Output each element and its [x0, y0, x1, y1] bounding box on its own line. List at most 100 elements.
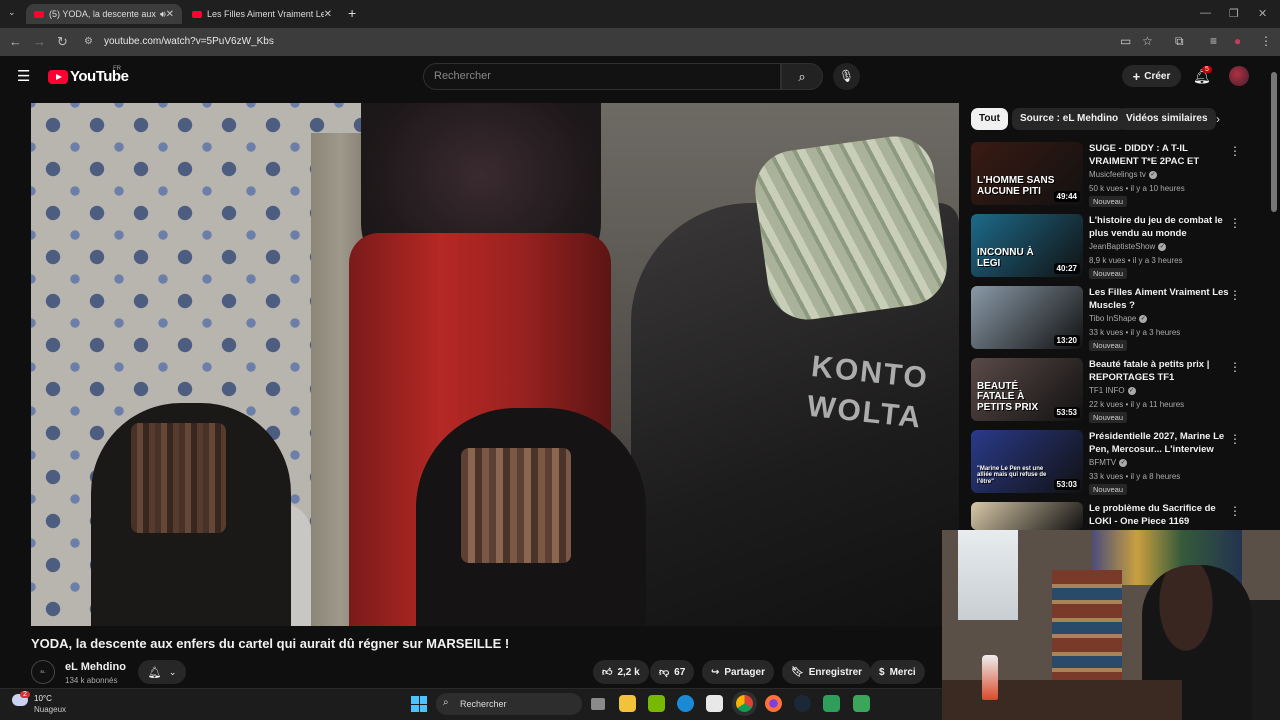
bookmark-star-icon[interactable]: ☆	[1142, 34, 1153, 48]
new-badge: Nouveau	[1089, 484, 1128, 495]
recommendation-channel[interactable]: Musicfeelings tv ✓	[1089, 170, 1157, 179]
recommendation-title[interactable]: Les Filles Aiment Vraiment Les Muscles ?	[1089, 286, 1229, 312]
create-button[interactable]: + Créer	[1122, 65, 1181, 87]
like-button[interactable]: 👍︎ 2,2 k	[593, 660, 649, 684]
thanks-label: Merci	[889, 666, 916, 678]
save-button[interactable]: 🔖︎ Enregistrer	[782, 660, 872, 684]
steam-icon[interactable]	[794, 695, 811, 712]
search-input[interactable]: Rechercher	[423, 63, 781, 90]
task-view-icon[interactable]	[591, 698, 605, 710]
youtube-logo-icon[interactable]	[48, 70, 68, 84]
cast-icon[interactable]: ▭	[1120, 34, 1131, 48]
recommendation-title[interactable]: Le problème du Sacrifice de LOKI - One P…	[1089, 502, 1229, 528]
browser-tab-bar: ⌄ (5) YODA, la descente aux e... 🔊︎ ✕ Le…	[0, 0, 1280, 28]
voice-search-button[interactable]: 🎙︎	[833, 63, 860, 90]
more-options-icon[interactable]: ⋮	[1229, 216, 1241, 230]
verified-check-icon: ✓	[1158, 242, 1167, 251]
recommendation-channel[interactable]: BFMTV ✓	[1089, 458, 1128, 467]
reload-icon[interactable]: ↻	[57, 34, 68, 50]
channel-name: Tibo InShape	[1089, 314, 1137, 323]
recommendation-item[interactable]: BEAUTÉ FATALE À PETITS PRIX 53:53 Beauté f…	[971, 358, 1251, 424]
scrollbar-thumb[interactable]	[1271, 72, 1277, 212]
new-tab-button[interactable]: +	[348, 5, 356, 21]
recommendation-thumbnail[interactable]: "Marine Le Pen est une alliée mais qui r…	[971, 430, 1083, 493]
recommendation-title[interactable]: SUGE - DIDDY : A T-IL VRAIMENT T*E 2PAC …	[1089, 142, 1229, 168]
recommendation-title[interactable]: L'histoire du jeu de combat le plus vend…	[1089, 214, 1229, 240]
webcam-desk	[942, 680, 1182, 720]
hamburger-menu-icon[interactable]: ☰	[17, 67, 30, 85]
share-button[interactable]: ↪ Partager	[702, 660, 774, 684]
chrome-icon[interactable]	[736, 695, 753, 712]
recommendation-item[interactable]: L'HOMME SANS AUCUNE PITI 49:44 SUGE - DIDD…	[971, 142, 1251, 208]
recommendation-item[interactable]: "Marine Le Pen est une alliée mais qui r…	[971, 430, 1251, 496]
site-info-icon[interactable]: ⚙	[84, 36, 93, 47]
close-tab-icon[interactable]: ✕	[324, 9, 332, 20]
more-options-icon[interactable]: ⋮	[1229, 360, 1241, 374]
tab-title: (5) YODA, la descente aux e...	[49, 9, 156, 19]
tab-yoda[interactable]: (5) YODA, la descente aux e... 🔊︎ ✕	[26, 4, 182, 24]
chip-similar[interactable]: Vidéos similaires	[1118, 108, 1216, 130]
file-explorer-icon[interactable]	[619, 695, 636, 712]
subscription-bell-button[interactable]: 🔔︎ ⌄	[138, 660, 186, 684]
menu-icon[interactable]: ⋮	[1260, 34, 1272, 48]
windows-start-icon[interactable]	[411, 696, 427, 712]
dislike-button[interactable]: 👎︎ 67	[650, 660, 695, 684]
more-options-icon[interactable]: ⋮	[1229, 144, 1241, 158]
recommendation-thumbnail[interactable]: INCONNU À LEGI 40:27	[971, 214, 1083, 277]
discord-icon[interactable]	[853, 695, 870, 712]
video-player[interactable]: KONTO WOLTA	[31, 103, 959, 626]
video-frame-banknotes	[750, 131, 952, 325]
tab-filles-muscles[interactable]: Les Filles Aiment Vraiment Les ... ✕	[184, 4, 340, 24]
create-label: Créer	[1144, 70, 1171, 82]
recommendation-meta: 33 k vues • il y a 3 heures	[1089, 328, 1181, 337]
extensions-icon[interactable]: ⧉	[1175, 34, 1184, 49]
recommendation-thumbnail[interactable]	[971, 502, 1083, 530]
chip-all[interactable]: Tout	[971, 108, 1008, 130]
restore-icon[interactable]: ❐	[1229, 7, 1239, 20]
back-icon[interactable]: ←	[9, 34, 22, 49]
recommendation-channel[interactable]: TF1 INFO ✓	[1089, 386, 1136, 395]
channel-name[interactable]: eL Mehdino	[65, 661, 126, 673]
chip-source[interactable]: Source : eL Mehdino	[1012, 108, 1127, 130]
weather-condition[interactable]: Nuageux	[34, 705, 66, 714]
thanks-button[interactable]: $ Merci	[870, 660, 925, 684]
recommendation-channel[interactable]: JeanBaptisteShow ✓	[1089, 242, 1167, 251]
minimize-icon[interactable]: —	[1200, 7, 1211, 19]
more-options-icon[interactable]: ⋮	[1229, 504, 1241, 518]
profile-icon[interactable]: ●	[1234, 34, 1241, 48]
more-options-icon[interactable]: ⋮	[1229, 432, 1241, 446]
recommendation-thumbnail[interactable]: 13:20	[971, 286, 1083, 349]
channel-name: TF1 INFO	[1089, 386, 1125, 395]
store-icon[interactable]	[706, 695, 723, 712]
tab-list-chevron-icon[interactable]: ⌄	[8, 7, 16, 18]
recommendation-title[interactable]: Beauté fatale à petits prix | REPORTAGES…	[1089, 358, 1229, 384]
recommendation-thumbnail[interactable]: L'HOMME SANS AUCUNE PITI 49:44	[971, 142, 1083, 205]
account-avatar[interactable]	[1229, 66, 1249, 86]
video-frame-pixelated-face	[461, 448, 571, 563]
chevron-right-icon[interactable]: ›	[1216, 112, 1220, 126]
thumbnail-text: L'HOMME SANS AUCUNE PITI	[977, 175, 1055, 197]
nvidia-icon[interactable]	[648, 695, 665, 712]
app-icon[interactable]	[823, 695, 840, 712]
recommendation-item[interactable]: INCONNU À LEGI 40:27 L'histoire du jeu de …	[971, 214, 1251, 280]
url-field[interactable]: youtube.com/watch?v=5PuV6zW_Kbs	[104, 36, 274, 47]
edge-icon[interactable]	[677, 695, 694, 712]
close-tab-icon[interactable]: ✕	[166, 9, 174, 20]
recommendation-item[interactable]: Le problème du Sacrifice de LOKI - One P…	[971, 502, 1251, 530]
verified-check-icon: ✓	[1148, 170, 1157, 179]
search-button[interactable]: ⌕	[781, 63, 823, 90]
firefox-icon[interactable]	[765, 695, 782, 712]
channel-name: BFMTV	[1089, 458, 1117, 467]
recommendation-thumbnail[interactable]: BEAUTÉ FATALE À PETITS PRIX 53:53	[971, 358, 1083, 421]
recommendation-item[interactable]: 13:20 Les Filles Aiment Vraiment Les Musc…	[971, 286, 1251, 352]
close-window-icon[interactable]: ✕	[1258, 7, 1267, 20]
media-controls-icon[interactable]: ≡	[1210, 34, 1217, 48]
channel-avatar[interactable]: EL MEHDINO	[31, 660, 55, 696]
taskbar-search[interactable]: Rechercher	[436, 693, 582, 715]
forward-icon[interactable]: →	[33, 34, 46, 49]
notification-count-badge: 5	[1202, 66, 1212, 73]
recommendation-channel[interactable]: Tibo InShape ✓	[1089, 314, 1148, 323]
recommendation-title[interactable]: Présidentielle 2027, Marine Le Pen, Merc…	[1089, 430, 1229, 456]
temperature[interactable]: 10°C	[34, 694, 52, 703]
more-options-icon[interactable]: ⋮	[1229, 288, 1241, 302]
